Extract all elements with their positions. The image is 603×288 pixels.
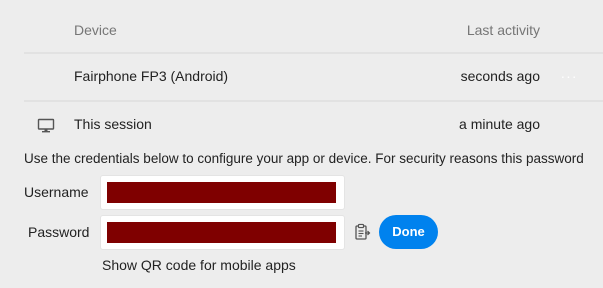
credentials-info-text: Use the credentials below to configure y… [24, 151, 584, 166]
username-field[interactable] [100, 175, 345, 210]
redaction-block [107, 222, 336, 243]
redaction-block [107, 182, 336, 203]
session-last-activity: a minute ago [459, 116, 540, 132]
header-device: Device [74, 22, 117, 38]
session-device-name: This session [74, 116, 152, 132]
clipboard-icon[interactable] [353, 223, 371, 241]
monitor-icon [37, 118, 55, 134]
session-device-name: Fairphone FP3 (Android) [74, 68, 229, 84]
table-row: This session a minute ago [24, 102, 603, 148]
show-qr-code-link[interactable]: Show QR code for mobile apps [102, 257, 296, 273]
password-label: Password [28, 224, 90, 240]
done-button[interactable]: Done [379, 215, 438, 249]
header-last-activity: Last activity [466, 22, 540, 38]
password-field[interactable] [100, 215, 345, 250]
table-row: Fairphone FP3 (Android) seconds ago ··· [24, 54, 603, 100]
session-last-activity: seconds ago [460, 68, 540, 84]
more-actions-button[interactable]: ··· [557, 64, 581, 88]
table-header-row: Device Last activity [24, 8, 603, 52]
devices-sessions-panel: Device Last activity Fairphone FP3 (Andr… [0, 0, 603, 288]
username-label: Username [24, 184, 89, 200]
